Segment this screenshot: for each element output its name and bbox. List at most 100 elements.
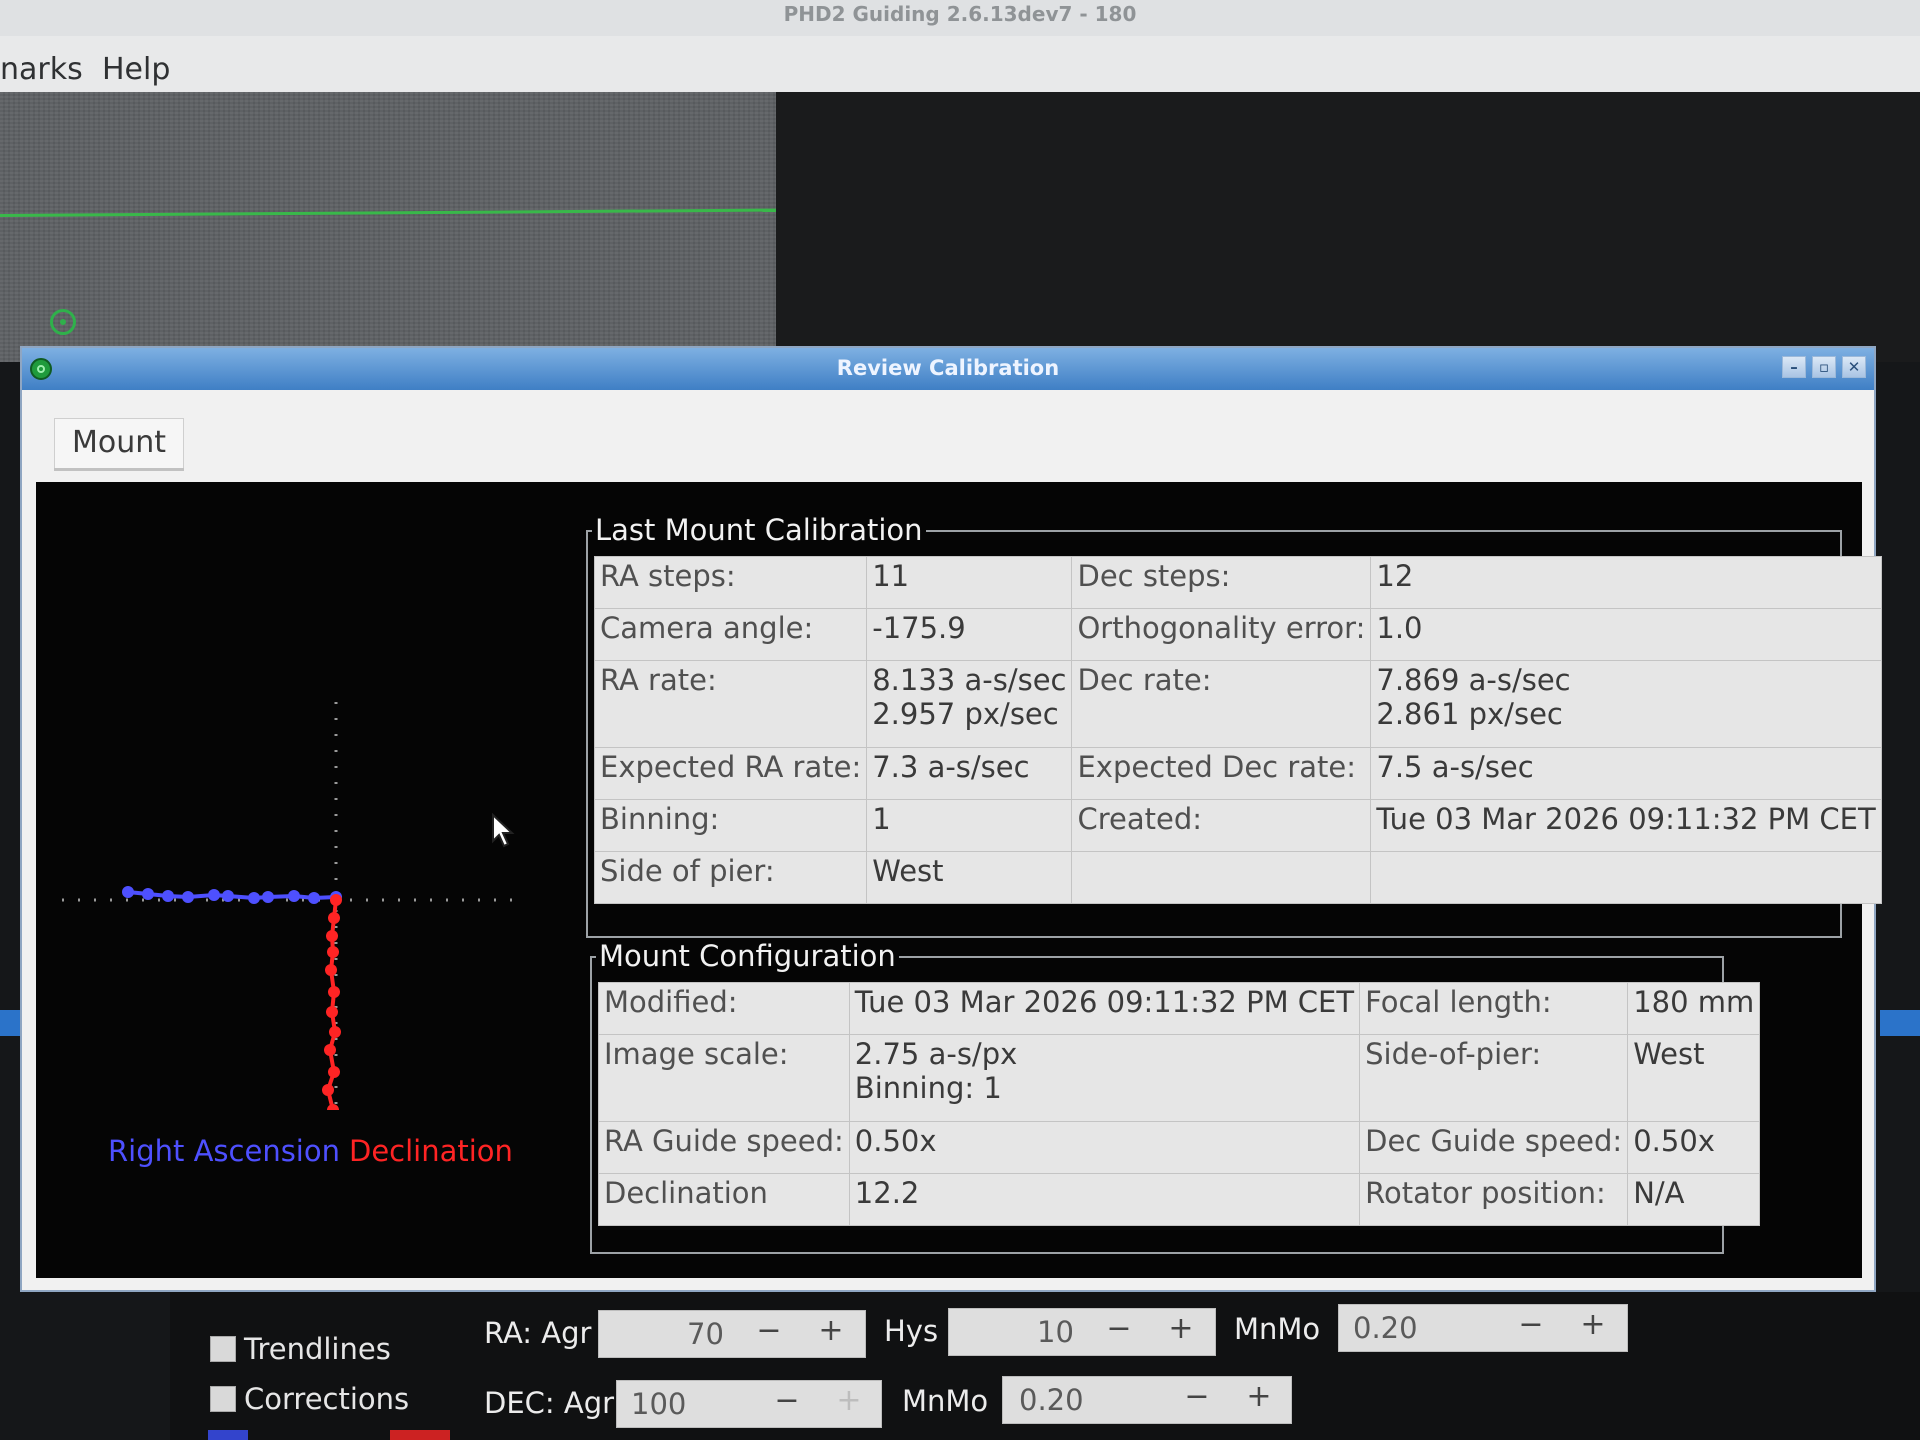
declination-label: Declination <box>598 1173 850 1226</box>
ra-series-point <box>308 892 320 904</box>
ra-min-move-spinner[interactable]: 0.20 − + <box>1338 1304 1628 1352</box>
trendlines-label: Trendlines <box>244 1332 391 1366</box>
ra-guide-speed-label: RA Guide speed: <box>598 1121 850 1174</box>
dec-series-point <box>326 930 338 942</box>
table-row: Expected RA rate: 7.3 a-s/sec Expected D… <box>593 747 1882 800</box>
orthogonality-error-label: Orthogonality error: <box>1071 608 1372 661</box>
dec-series-point <box>327 946 339 958</box>
ra-series-point <box>142 888 154 900</box>
close-button[interactable]: ✕ <box>1842 356 1866 378</box>
ra-rate-value: 8.133 a-s/sec 2.957 px/sec <box>866 660 1073 748</box>
ra-rate-label: RA rate: <box>593 660 868 748</box>
mnmo-label-ra: MnMo <box>1234 1312 1321 1346</box>
camera-view[interactable] <box>0 92 776 362</box>
ra-aggression-spinner[interactable]: 70 − + <box>598 1310 866 1358</box>
mount-panel: Right Ascension Declination Last Mount C… <box>36 482 1882 1278</box>
ra-agr-value[interactable]: 70 <box>687 1317 724 1351</box>
last-calibration-table: RA steps: 11 Dec steps: 12 Camera angle:… <box>593 556 1882 904</box>
hys-label: Hys <box>884 1314 939 1348</box>
mount-configuration-group: Mount Configuration Modified: Tue 03 Mar… <box>590 939 1761 1254</box>
decrement-button[interactable]: − <box>749 1313 789 1348</box>
table-row: RA rate: 8.133 a-s/sec 2.957 px/sec Dec … <box>593 660 1882 748</box>
table-row: Image scale: 2.75 a-s/px Binning: 1 Side… <box>598 1034 1761 1122</box>
dec-series-point <box>322 1084 334 1096</box>
hysteresis-spinner[interactable]: 10 − + <box>948 1308 1216 1356</box>
table-row: Binning: 1 Created: Tue 03 Mar 2026 09:1… <box>593 799 1882 852</box>
menu-bookmarks[interactable]: narks <box>0 52 83 87</box>
ra-series-point <box>122 886 134 898</box>
dec-guide-speed-label: Dec Guide speed: <box>1359 1121 1629 1174</box>
increment-button[interactable]: + <box>1573 1307 1613 1342</box>
dec-series-point <box>328 1066 340 1078</box>
trendlines-checkbox[interactable]: Trendlines <box>210 1332 391 1366</box>
last-mount-calibration-group: Last Mount Calibration RA steps: 11 Dec … <box>586 513 1882 938</box>
modified-value: Tue 03 Mar 2026 09:11:32 PM CET <box>848 982 1361 1035</box>
ra-series-point <box>222 890 234 902</box>
focal-length-value: 180 mm <box>1627 982 1761 1035</box>
empty-cell <box>1071 851 1372 904</box>
camera-angle-label: Camera angle: <box>593 608 868 661</box>
camera-angle-value: -175.9 <box>866 608 1073 661</box>
legend-right-ascension: Right Ascension <box>108 1134 340 1168</box>
created-label: Created: <box>1071 799 1372 852</box>
ra-series-point <box>162 890 174 902</box>
maximize-button[interactable]: ▫ <box>1812 356 1836 378</box>
corrections-checkbox[interactable]: Corrections <box>210 1382 409 1416</box>
minimize-button[interactable]: – <box>1782 356 1806 378</box>
mouse-cursor-icon <box>492 813 515 848</box>
ra-rate-arcsec: 8.133 a-s/sec <box>872 663 1067 697</box>
checkbox-icon[interactable] <box>210 1336 236 1362</box>
dialog-title: Review Calibration <box>836 356 1060 380</box>
dialog-titlebar[interactable]: Review Calibration – ▫ ✕ <box>22 348 1874 390</box>
config-side-of-pier-value: West <box>1627 1034 1761 1122</box>
dec-guide-speed-value: 0.50x <box>1627 1121 1761 1174</box>
decrement-button[interactable]: − <box>1177 1379 1217 1414</box>
dec-rate-label: Dec rate: <box>1071 660 1372 748</box>
ra-series-point <box>288 890 300 902</box>
tab-mount[interactable]: Mount <box>54 418 184 469</box>
review-calibration-dialog: Review Calibration – ▫ ✕ Mount Right Asc… <box>20 346 1882 1292</box>
ra-steps-label: RA steps: <box>593 556 868 609</box>
checkbox-icon[interactable] <box>210 1386 236 1412</box>
decrement-button[interactable]: − <box>767 1383 807 1418</box>
rotator-position-label: Rotator position: <box>1359 1173 1629 1226</box>
increment-button[interactable]: + <box>1239 1379 1279 1414</box>
decrement-button[interactable]: − <box>1511 1307 1551 1342</box>
expected-ra-rate-label: Expected RA rate: <box>593 747 868 800</box>
dec-agr-value[interactable]: 100 <box>631 1387 686 1421</box>
dec-min-move-spinner[interactable]: 0.20 − + <box>1002 1376 1292 1424</box>
expected-dec-rate-label: Expected Dec rate: <box>1071 747 1372 800</box>
dec-steps-label: Dec steps: <box>1071 556 1372 609</box>
binning-value: 1 <box>866 799 1073 852</box>
increment-button[interactable]: + <box>811 1313 851 1348</box>
dec-series-indicator <box>390 1430 450 1440</box>
ra-steps-value: 11 <box>866 556 1073 609</box>
image-scale-binning: Binning: 1 <box>854 1071 1002 1105</box>
menu-help[interactable]: Help <box>102 52 170 87</box>
orthogonality-error-value: 1.0 <box>1370 608 1882 661</box>
table-row: Declination 12.2 Rotator position: N/A <box>598 1173 1761 1226</box>
rotator-position-value: N/A <box>1627 1173 1761 1226</box>
tab-underline <box>54 468 184 471</box>
ra-series-point <box>248 892 260 904</box>
dec-mnmo-value[interactable]: 0.20 <box>1019 1383 1084 1417</box>
hys-value[interactable]: 10 <box>1037 1315 1074 1349</box>
increment-button[interactable]: + <box>1161 1311 1201 1346</box>
last-mount-calibration-title: Last Mount Calibration <box>592 513 926 547</box>
ra-mnmo-value[interactable]: 0.20 <box>1353 1311 1418 1345</box>
ra-series-indicator <box>208 1430 248 1440</box>
ra-guide-speed-value: 0.50x <box>848 1121 1361 1174</box>
lock-position-icon <box>50 309 76 335</box>
table-row: Side of pier: West <box>593 851 1882 904</box>
decrement-button[interactable]: − <box>1099 1311 1139 1346</box>
guide-line <box>0 208 776 217</box>
table-row: RA steps: 11 Dec steps: 12 <box>593 556 1882 609</box>
dec-agr-label: DEC: Agr <box>484 1386 615 1420</box>
dec-rate-arcsec: 7.869 a-s/sec <box>1376 663 1571 697</box>
phd2-logo-icon <box>30 358 52 380</box>
increment-button[interactable]: + <box>829 1383 869 1418</box>
mount-configuration-table: Modified: Tue 03 Mar 2026 09:11:32 PM CE… <box>598 982 1761 1226</box>
ra-series-point <box>182 891 194 903</box>
dec-rate-px: 2.861 px/sec <box>1376 697 1563 731</box>
dec-aggression-spinner[interactable]: 100 − + <box>616 1380 882 1428</box>
